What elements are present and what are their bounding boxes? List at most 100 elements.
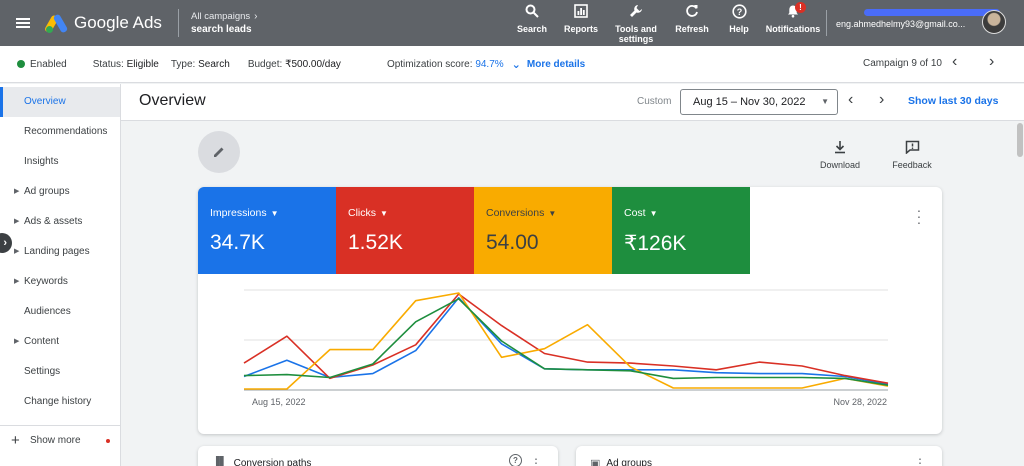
avatar[interactable]: [982, 10, 1006, 34]
sidebar-item-recommendations[interactable]: Recommendations: [0, 117, 120, 147]
show-last-30-days-link[interactable]: Show last 30 days: [908, 95, 998, 107]
metric-value: 34.7K: [210, 231, 265, 254]
more-options-icon[interactable]: ⋮: [914, 456, 926, 466]
account-switcher[interactable]: eng.ahmedhelmy93@gmail.co...: [836, 9, 1000, 29]
date-range-picker[interactable]: Aug 15 – Nov 30, 2022 ▼: [680, 89, 838, 115]
feedback-button[interactable]: Feedback: [886, 140, 938, 170]
scrollbar[interactable]: [1016, 121, 1024, 466]
series-line-impressions: [243, 296, 889, 385]
bar-chart-icon: ▐▌: [212, 457, 228, 466]
help-icon: ?: [731, 4, 747, 24]
chevron-right-icon: ›: [3, 237, 7, 249]
sidebar-item-ad-groups[interactable]: ▶ Ad groups: [0, 177, 120, 207]
top-bar: Google Ads All campaigns › search leads S…: [0, 0, 1024, 46]
sidebar-item-content[interactable]: ▶ Content: [0, 327, 120, 357]
sidebar-item-ads-assets[interactable]: ▶ Ads & assets: [0, 207, 120, 237]
sidebar-item-landing-pages[interactable]: ▶ Landing pages: [0, 237, 120, 267]
previous-campaign-button[interactable]: ‹: [952, 53, 957, 71]
sidebar-item-settings[interactable]: Settings: [0, 357, 120, 387]
notification-dot: [106, 439, 110, 443]
ad-groups-icon: ▣: [590, 458, 601, 466]
reports-button[interactable]: Reports: [559, 2, 603, 34]
expand-arrow-icon: ▶: [14, 218, 20, 225]
feedback-icon: [905, 140, 920, 160]
previous-date-range-button[interactable]: ‹: [848, 91, 853, 109]
breadcrumb-parent[interactable]: All campaigns: [191, 11, 250, 22]
menu-icon[interactable]: [0, 0, 46, 46]
metric-cost[interactable]: Cost ▼ ₹126K: [612, 187, 750, 274]
sidebar-item-label: Overview: [24, 96, 66, 107]
caret-down-icon: ▼: [649, 208, 658, 218]
metric-value: ₹126K: [624, 232, 687, 255]
series-line-cost: [243, 297, 889, 386]
refresh-icon: [685, 4, 699, 24]
page-title: Overview: [139, 92, 206, 109]
notifications-button[interactable]: ! Notifications: [763, 2, 823, 34]
sidebar-item-audiences[interactable]: Audiences: [0, 297, 120, 327]
sidebar-item-insights[interactable]: Insights: [0, 147, 120, 177]
refresh-button[interactable]: Refresh: [669, 2, 715, 34]
app-name: Google Ads: [74, 13, 162, 32]
caret-down-icon: ▼: [821, 97, 829, 106]
redacted-name: [864, 9, 1000, 16]
optimization-score[interactable]: Optimization score: 94.7%: [387, 59, 504, 70]
sidebar-item-label: Change history: [24, 396, 92, 407]
sidebar-item-overview[interactable]: Overview: [0, 87, 120, 117]
search-label: Search: [516, 24, 548, 34]
help-label: Help: [729, 24, 749, 34]
sidebar-item-keywords[interactable]: ▶ Keywords: [0, 267, 120, 297]
page-header: Overview Custom Aug 15 – Nov 30, 2022 ▼ …: [121, 84, 1024, 121]
more-options-icon[interactable]: · · ·: [916, 203, 922, 229]
ad-groups-card: ▣ Ad groups ⋮: [576, 446, 942, 466]
sidebar-item-label: Audiences: [24, 306, 71, 317]
google-ads-logo-icon: [43, 13, 69, 34]
metric-value: 1.52K: [348, 231, 403, 254]
scrollbar-thumb[interactable]: [1017, 123, 1023, 157]
x-axis-start-label: Aug 15, 2022: [252, 397, 306, 407]
metric-conversions[interactable]: Conversions ▼ 54.00: [474, 187, 612, 274]
campaign-count: Campaign 9 of 10: [863, 58, 942, 69]
enabled-status[interactable]: Enabled: [30, 59, 67, 70]
google-ads-logo[interactable]: Google Ads: [43, 13, 168, 34]
budget-label: Budget:: [247, 58, 283, 70]
metric-label: Impressions: [210, 207, 267, 219]
more-details-button[interactable]: ⌄ More details: [512, 58, 586, 71]
budget-value: ₹500.00/day: [285, 58, 341, 70]
x-axis-end-label: Nov 28, 2022: [833, 397, 887, 407]
sidebar-item-label: Recommendations: [24, 126, 108, 137]
sidebar: Overview Recommendations Insights ▶ Ad gr…: [0, 84, 121, 466]
metric-label: Cost: [624, 207, 646, 219]
reports-icon: [574, 4, 588, 24]
help-icon[interactable]: ?: [509, 454, 522, 466]
enabled-status-icon: [17, 60, 25, 68]
search-button[interactable]: Search: [505, 2, 559, 34]
metric-clicks[interactable]: Clicks ▼ 1.52K: [336, 187, 474, 274]
download-button[interactable]: Download: [816, 140, 864, 170]
optimization-value: 94.7%: [475, 58, 504, 70]
type-value: Search: [198, 58, 230, 70]
caret-down-icon: ▼: [548, 208, 557, 218]
divider: [178, 9, 179, 37]
chart-series: [243, 292, 889, 390]
date-range-type: Custom: [637, 96, 672, 107]
breadcrumb[interactable]: All campaigns › search leads: [191, 10, 491, 36]
metric-impressions[interactable]: Impressions ▼ 34.7K: [198, 187, 336, 274]
sidebar-item-label: Landing pages: [24, 246, 90, 257]
campaign-status-bar: Enabled Status: Eligible Type: Search Bu…: [0, 46, 1024, 83]
expand-arrow-icon: ▶: [14, 188, 20, 195]
sidebar-item-label: Content: [24, 336, 60, 347]
expand-arrow-icon: ▶: [14, 278, 20, 285]
more-options-icon[interactable]: ⋮: [530, 456, 542, 466]
breadcrumb-current[interactable]: search leads: [191, 23, 491, 36]
edit-button[interactable]: [198, 131, 240, 173]
tools-and-settings-button[interactable]: Tools and settings: [603, 2, 669, 44]
conversion-paths-card: ▐▌ Conversion paths ? ⋮: [198, 446, 558, 466]
show-more-button[interactable]: + Show more: [0, 425, 120, 455]
next-date-range-button[interactable]: ›: [879, 91, 884, 109]
help-button[interactable]: ? Help: [715, 2, 763, 34]
sidebar-item-label: Settings: [24, 366, 61, 377]
chevron-down-icon: ⌄: [511, 58, 521, 71]
sidebar-item-change-history[interactable]: Change history: [0, 387, 120, 417]
next-campaign-button[interactable]: ›: [989, 53, 994, 71]
expand-arrow-icon: ▶: [14, 338, 20, 345]
